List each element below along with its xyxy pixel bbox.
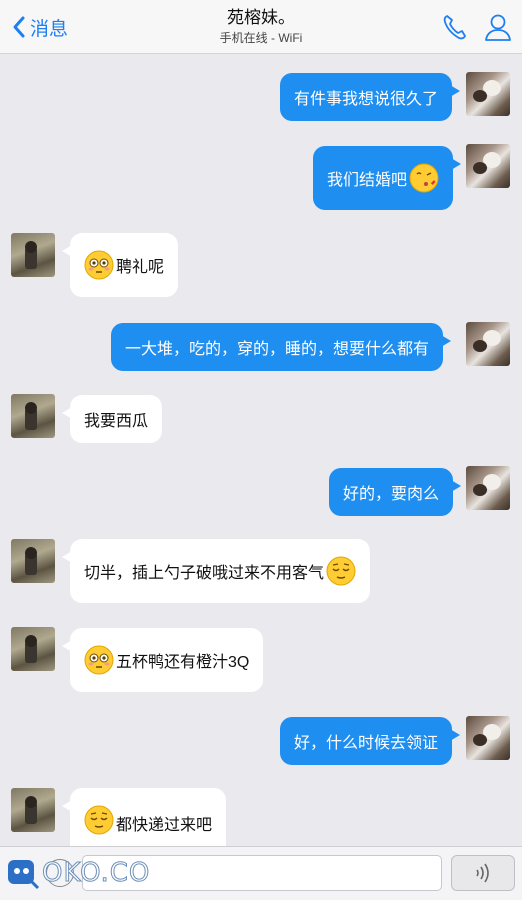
contact-avatar[interactable]	[11, 539, 55, 583]
flushed-face-emoji	[84, 250, 114, 280]
watermark-logo-icon	[8, 860, 40, 890]
message-text: 切半，插上勺子破哦过来不用客气	[84, 565, 325, 582]
watermark: OKO.CO	[6, 856, 150, 890]
message-bubble-outgoing[interactable]: 好，什么时候去领证	[280, 717, 461, 765]
message-bubble-outgoing[interactable]: 好的，要肉么	[329, 468, 462, 516]
relieved-face-emoji	[84, 805, 114, 835]
sound-waves-icon	[476, 863, 489, 883]
message-text: 有件事我想说很久了	[294, 91, 439, 108]
message-bubble-incoming[interactable]: 五杯鸭还有橙汁3Q	[61, 628, 264, 692]
online-status: 手机在线 - WiFi	[219, 31, 303, 45]
relieved-face-emoji	[326, 556, 356, 586]
message-list[interactable]: 有件事我想说很久了 我们结婚吧 聘礼呢 一大堆，吃的，穿的，睡的，想要什么都有 …	[0, 55, 522, 846]
message-text: 都快递过来吧	[116, 817, 213, 834]
back-button[interactable]: 消息	[8, 12, 68, 42]
contact-avatar[interactable]	[11, 233, 55, 277]
my-avatar[interactable]	[466, 466, 510, 510]
chat-header: 消息 苑榕妹。 手机在线 - WiFi	[0, 0, 522, 54]
my-avatar[interactable]	[466, 72, 510, 116]
message-bubble-incoming[interactable]: 聘礼呢	[61, 233, 179, 297]
my-avatar[interactable]	[466, 716, 510, 760]
message-bubble-outgoing[interactable]: 我们结婚吧	[313, 146, 462, 210]
message-text: 一大堆，吃的，穿的，睡的，想要什么都有	[125, 341, 430, 358]
my-avatar[interactable]	[466, 322, 510, 366]
kissing-face-emoji	[409, 163, 439, 193]
title-block: 苑榕妹。 手机在线 - WiFi	[130, 7, 392, 46]
message-bubble-incoming[interactable]: 都快递过来吧	[61, 788, 227, 846]
contact-avatar[interactable]	[11, 627, 55, 671]
phone-icon[interactable]	[441, 12, 469, 42]
message-bubble-outgoing[interactable]: 一大堆，吃的，穿的，睡的，想要什么都有	[111, 323, 452, 371]
contact-avatar[interactable]	[11, 788, 55, 832]
person-icon[interactable]	[484, 12, 512, 42]
my-avatar[interactable]	[466, 144, 510, 188]
back-label[interactable]: 消息	[30, 14, 68, 41]
message-text: 好，什么时候去领证	[294, 735, 439, 752]
message-bubble-incoming[interactable]: 我要西瓜	[61, 395, 163, 443]
contact-name: 苑榕妹。	[227, 8, 295, 27]
message-text: 聘礼呢	[116, 259, 165, 276]
flushed-face-emoji	[84, 645, 114, 675]
message-bubble-incoming[interactable]: 切半，插上勺子破哦过来不用客气	[61, 539, 371, 603]
message-text: 我们结婚吧	[327, 172, 408, 189]
message-text: 我要西瓜	[84, 413, 149, 430]
contact-avatar[interactable]	[11, 394, 55, 438]
message-text: 好的，要肉么	[343, 486, 440, 503]
message-text: 五杯鸭还有橙汁3Q	[116, 654, 250, 671]
message-bubble-outgoing[interactable]: 有件事我想说很久了	[280, 73, 461, 121]
chevron-left-icon	[13, 16, 25, 38]
voice-input-button[interactable]	[451, 855, 515, 891]
watermark-text: OKO.CO	[41, 858, 151, 889]
